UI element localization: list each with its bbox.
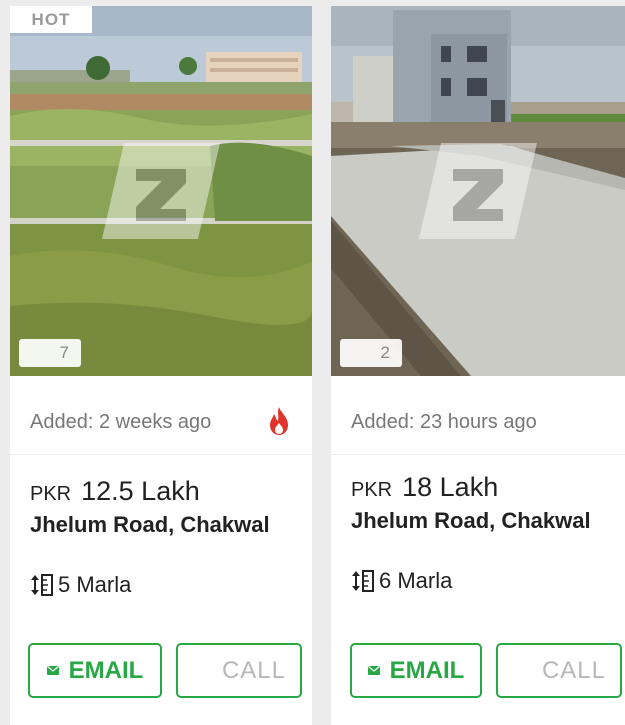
email-button-label: EMAIL <box>68 656 144 684</box>
mail-icon <box>46 666 59 675</box>
listing-photo[interactable]: HOT 7 <box>10 6 312 376</box>
email-button[interactable]: EMAIL <box>350 643 482 698</box>
added-row: Added: 23 hours ago <box>331 402 625 442</box>
email-button[interactable]: EMAIL <box>28 643 162 698</box>
added-row: Added: 2 weeks ago <box>10 402 312 442</box>
listing-location: Jhelum Road, Chakwal <box>30 512 270 537</box>
price-currency: PKR <box>30 483 72 505</box>
mail-icon <box>367 666 380 675</box>
fire-icon <box>270 407 288 435</box>
listing-location: Jhelum Road, Chakwal <box>351 508 591 533</box>
listing-card-2[interactable]: 2 Added: 23 hours ago PKR 18 Lakh Jhelum… <box>331 6 625 725</box>
photo-count-badge: 7 <box>19 339 81 367</box>
listing-card-1[interactable]: HOT 7 Added: 2 weeks ago PKR 12.5 Lakh J… <box>10 6 312 725</box>
divider <box>331 454 625 455</box>
added-date: Added: 23 hours ago <box>351 410 537 433</box>
price-amount: 12.5 Lakh <box>81 476 200 506</box>
photo-count-badge: 2 <box>340 339 402 367</box>
watermark-logo <box>102 143 220 239</box>
call-button-label: CALL <box>221 656 286 684</box>
call-button[interactable]: CALL <box>176 643 302 698</box>
price-row: PKR 18 Lakh <box>351 472 498 503</box>
price-currency: PKR <box>351 479 393 501</box>
area-icon <box>31 574 53 596</box>
added-date: Added: 2 weeks ago <box>30 410 212 433</box>
area-value: 5 Marla <box>58 572 132 597</box>
price-row: PKR 12.5 Lakh <box>30 476 200 507</box>
listing-photo[interactable]: 2 <box>331 6 625 376</box>
area-icon <box>352 570 374 592</box>
area-row: 5 Marla <box>30 572 131 598</box>
area-row: 6 Marla <box>351 568 452 594</box>
call-button[interactable]: CALL <box>496 643 622 698</box>
email-button-label: EMAIL <box>389 656 465 684</box>
divider <box>10 454 312 455</box>
hot-badge: HOT <box>10 6 92 33</box>
watermark-logo <box>419 143 537 239</box>
price-amount: 18 Lakh <box>402 472 499 502</box>
area-value: 6 Marla <box>379 568 453 593</box>
call-button-label: CALL <box>541 656 606 684</box>
